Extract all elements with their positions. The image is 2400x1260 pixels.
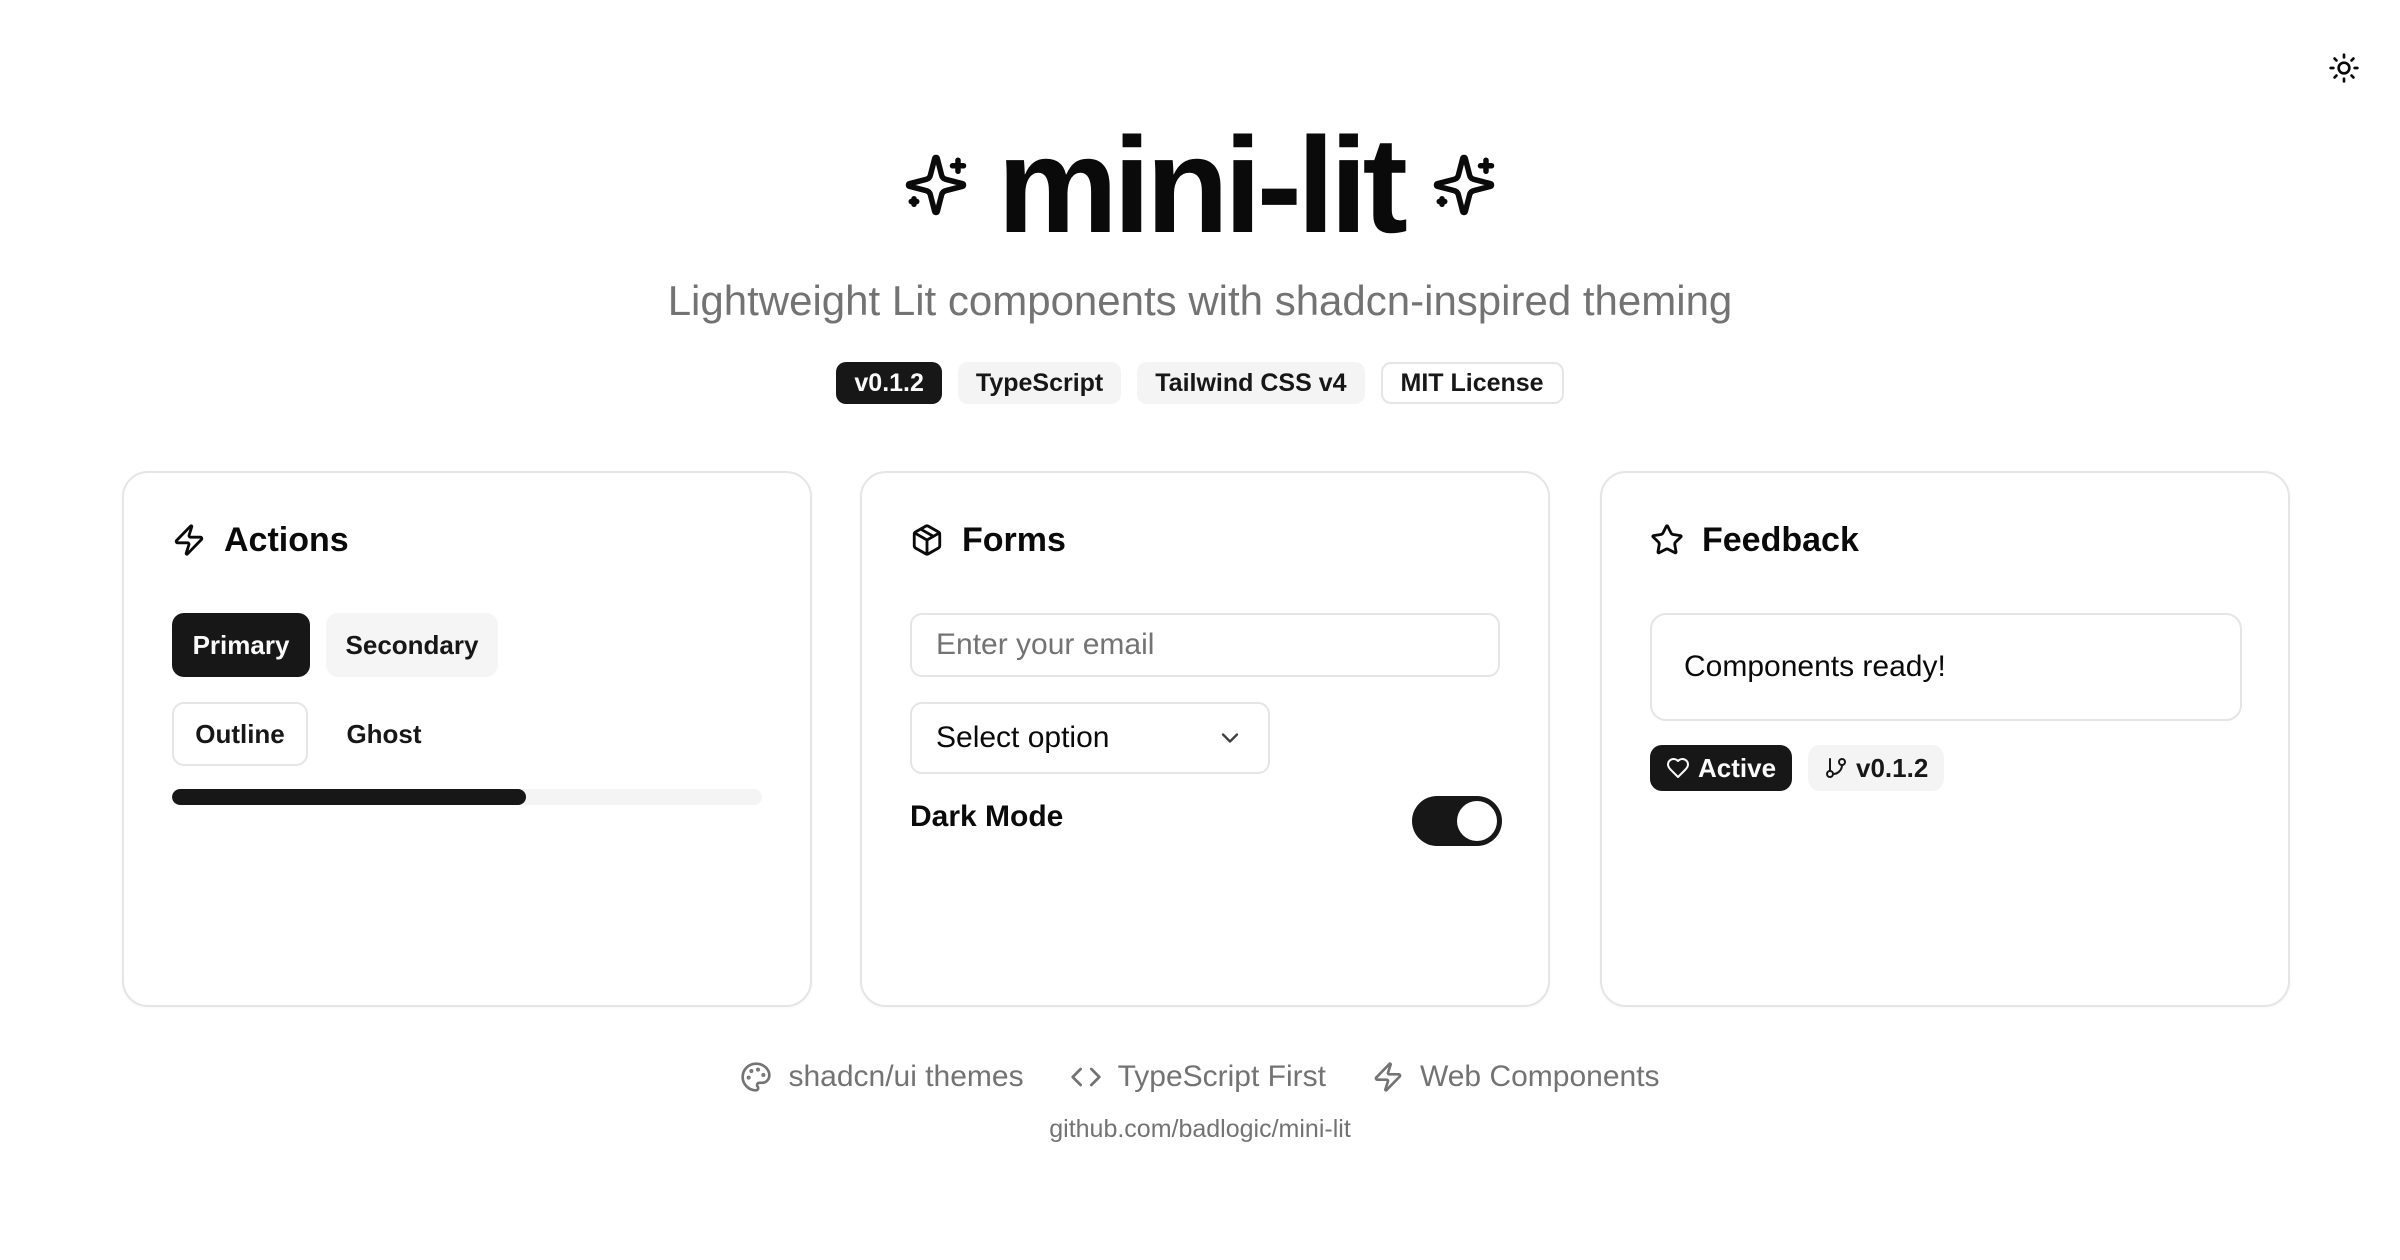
feature-item-typescript: TypeScript First	[1070, 1054, 1326, 1100]
zap-icon	[172, 523, 206, 557]
code-icon	[1070, 1061, 1102, 1093]
option-select[interactable]: Select option	[910, 702, 1270, 774]
tailwind-badge: Tailwind CSS v4	[1137, 362, 1365, 404]
heart-icon	[1666, 756, 1690, 780]
dark-mode-switch[interactable]	[1412, 796, 1502, 846]
theme-toggle-button[interactable]	[2320, 44, 2368, 92]
feedback-card-title: Feedback	[1702, 520, 1859, 559]
repo-link[interactable]: github.com/badlogic/mini-lit	[0, 1112, 2400, 1146]
switch-knob	[1457, 801, 1497, 841]
forms-card: Forms Select option Dark Mode	[860, 471, 1550, 1007]
progress-fill	[172, 789, 526, 805]
feature-label: shadcn/ui themes	[788, 1060, 1024, 1093]
version-badge-secondary: v0.1.2	[1808, 745, 1945, 791]
header-badges: v0.1.2 TypeScript Tailwind CSS v4 MIT Li…	[0, 362, 2400, 406]
version-badge-label: v0.1.2	[1856, 752, 1929, 783]
typescript-badge: TypeScript	[957, 362, 1122, 404]
actions-card-header: Actions	[172, 515, 349, 565]
sun-icon	[2328, 52, 2360, 84]
star-icon	[1650, 523, 1684, 557]
email-input[interactable]	[910, 613, 1500, 677]
actions-card-title: Actions	[224, 520, 349, 559]
feature-label: TypeScript First	[1117, 1060, 1326, 1093]
alert-text: Components ready!	[1684, 650, 1946, 683]
page-title: mini-lit	[997, 109, 1408, 261]
active-badge: Active	[1650, 745, 1793, 791]
feature-item-web-components: Web Components	[1372, 1054, 1660, 1100]
sparkles-icon	[903, 152, 969, 218]
actions-card: Actions Primary Secondary Outline Ghost	[122, 471, 812, 1007]
active-badge-label: Active	[1698, 752, 1777, 783]
zap-icon	[1372, 1061, 1404, 1093]
feedback-card: Feedback Components ready! Active v0.1.2	[1600, 471, 2290, 1007]
status-alert: Components ready!	[1650, 613, 2242, 721]
secondary-button[interactable]: Secondary	[326, 613, 498, 677]
version-badge: v0.1.2	[836, 362, 942, 404]
palette-icon	[740, 1061, 772, 1093]
feedback-card-header: Feedback	[1650, 515, 1859, 565]
outline-button[interactable]: Outline	[172, 702, 308, 766]
sparkles-icon	[1431, 152, 1497, 218]
feature-list: shadcn/ui themes TypeScript First Web Co…	[0, 1054, 2400, 1100]
feature-item-themes: shadcn/ui themes	[740, 1054, 1024, 1100]
dark-mode-label: Dark Mode	[910, 800, 1064, 833]
forms-card-header: Forms	[910, 515, 1066, 565]
feature-label: Web Components	[1419, 1060, 1660, 1093]
chevron-down-icon	[1216, 724, 1244, 752]
hero-title: mini-lit	[0, 109, 2400, 261]
package-icon	[910, 523, 944, 557]
page-subtitle: Lightweight Lit components with shadcn-i…	[667, 277, 1733, 324]
progress-bar	[172, 789, 762, 805]
forms-card-title: Forms	[962, 520, 1066, 559]
primary-button[interactable]: Primary	[172, 613, 310, 677]
license-badge: MIT License	[1380, 362, 1564, 404]
ghost-button[interactable]: Ghost	[324, 702, 444, 766]
select-value: Select option	[936, 721, 1110, 754]
git-branch-icon	[1824, 756, 1848, 780]
